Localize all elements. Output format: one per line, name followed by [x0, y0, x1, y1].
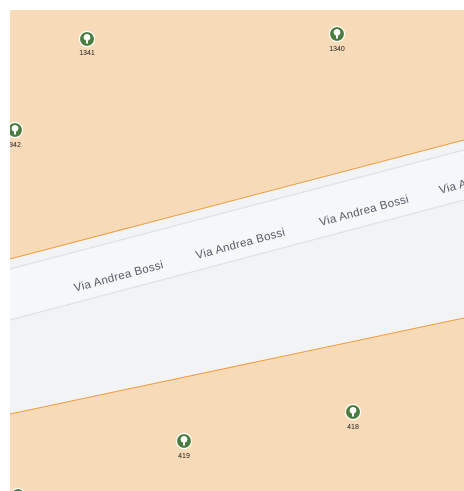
map-viewport[interactable]: ssi Via Andrea Bossi Via Andrea Bossi Vi… — [10, 10, 464, 491]
tree-marker-label: 342 — [10, 142, 21, 149]
tree-marker-419[interactable]: 419 — [175, 432, 193, 461]
tree-marker-1341[interactable]: 1341 — [78, 30, 96, 58]
tree-marker-label: 419 — [178, 453, 190, 460]
tree-icon — [78, 30, 96, 48]
tree-icon — [10, 121, 24, 139]
tree-marker-342[interactable]: 342 — [10, 121, 24, 150]
tree-icon — [328, 25, 346, 43]
map-canvas[interactable]: ssi Via Andrea Bossi Via Andrea Bossi Vi… — [10, 10, 464, 491]
tree-marker-label: 1341 — [79, 50, 95, 57]
tree-marker-label: 418 — [347, 424, 359, 431]
tree-icon — [344, 403, 362, 421]
tree-marker-418[interactable]: 418 — [344, 403, 362, 432]
tree-marker-label: 1340 — [329, 46, 345, 53]
tree-icon — [175, 432, 193, 450]
tree-marker-1340[interactable]: 1340 — [328, 25, 346, 54]
